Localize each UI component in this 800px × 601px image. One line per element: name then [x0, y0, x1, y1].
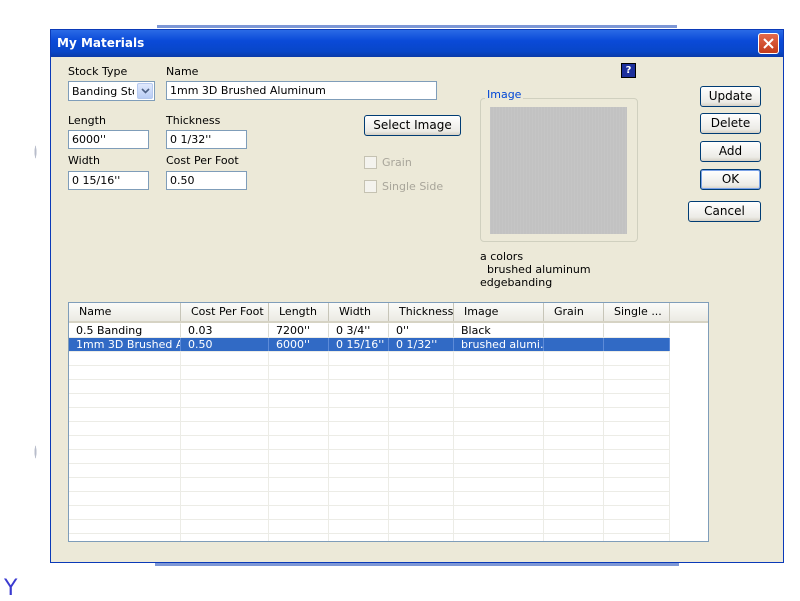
- cell-grain: [544, 338, 604, 351]
- column-header-single-side[interactable]: Single ...: [604, 303, 670, 321]
- width-input[interactable]: 0 15/16'': [68, 171, 149, 190]
- materials-table[interactable]: Name Cost Per Foot Length Width Thicknes…: [68, 302, 709, 542]
- stock-type-value: Banding Stoc: [72, 85, 134, 98]
- row-divider: [69, 393, 670, 394]
- row-divider: [69, 407, 670, 408]
- thickness-input[interactable]: 0 1/32'': [166, 130, 247, 149]
- table-row-selected[interactable]: 1mm 3D Brushed Al... 0.50 6000'' 0 15/16…: [69, 338, 670, 351]
- cell-width: 0 3/4'': [329, 324, 389, 337]
- width-label: Width: [68, 154, 100, 167]
- column-divider: [603, 323, 604, 541]
- image-preview: [490, 107, 627, 234]
- column-header-name[interactable]: Name: [69, 303, 181, 321]
- column-header-cost-per-foot[interactable]: Cost Per Foot: [181, 303, 269, 321]
- row-divider: [69, 435, 670, 436]
- cost-per-foot-label: Cost Per Foot: [166, 154, 239, 167]
- single-side-checkbox-label: Single Side: [382, 179, 444, 193]
- cell-length: 6000'': [269, 338, 329, 351]
- column-header-thickness[interactable]: Thickness: [389, 303, 454, 321]
- dialog-title: My Materials: [57, 36, 145, 50]
- cell-width: 0 15/16'': [329, 338, 389, 351]
- cell-image: Black: [454, 324, 544, 337]
- grain-checkbox[interactable]: Grain: [364, 155, 412, 169]
- chevron-down-icon: [140, 88, 150, 94]
- y-axis-label: Y: [4, 576, 18, 601]
- delete-button[interactable]: Delete: [700, 113, 761, 134]
- column-header-length[interactable]: Length: [269, 303, 329, 321]
- checkbox-box: [364, 179, 377, 193]
- row-divider: [69, 505, 670, 506]
- cell-length: 7200'': [269, 324, 329, 337]
- cell-thickness: 0'': [389, 324, 454, 337]
- column-divider: [669, 323, 670, 541]
- column-divider: [543, 323, 544, 541]
- cell-cost-per-foot: 0.03: [181, 324, 269, 337]
- cell-cost-per-foot: 0.50: [181, 338, 269, 351]
- background-window-edge-bottom: [155, 563, 679, 566]
- row-divider: [69, 491, 670, 492]
- single-side-checkbox[interactable]: Single Side: [364, 179, 443, 193]
- length-label: Length: [68, 114, 106, 127]
- cell-single-side: [604, 324, 670, 337]
- cell-image: brushed alumi...: [454, 338, 544, 351]
- cost-per-foot-input[interactable]: 0.50: [166, 171, 247, 190]
- table-row[interactable]: 0.5 Banding 0.03 7200'' 0 3/4'' 0'' Blac…: [69, 324, 670, 337]
- thickness-label: Thickness: [166, 114, 221, 127]
- select-image-button[interactable]: Select Image: [364, 115, 461, 136]
- name-input[interactable]: 1mm 3D Brushed Aluminum: [166, 81, 437, 100]
- title-bar[interactable]: My Materials: [51, 30, 783, 57]
- column-divider: [388, 323, 389, 541]
- row-divider: [69, 477, 670, 478]
- row-divider: [69, 379, 670, 380]
- cell-name: 1mm 3D Brushed Al...: [69, 338, 181, 351]
- row-divider: [69, 421, 670, 422]
- cell-thickness: 0 1/32'': [389, 338, 454, 351]
- grain-checkbox-label: Grain: [382, 155, 412, 169]
- stock-type-label: Stock Type: [68, 65, 128, 78]
- close-button[interactable]: [758, 33, 779, 54]
- row-divider: [69, 463, 670, 464]
- image-description: a colors brushed aluminum edgebanding: [480, 250, 591, 289]
- image-group-title: Image: [485, 88, 524, 101]
- column-divider: [180, 323, 181, 541]
- description-line: brushed aluminum: [480, 263, 591, 276]
- column-header-image[interactable]: Image: [454, 303, 544, 321]
- description-line: edgebanding: [480, 276, 553, 289]
- row-divider: [69, 365, 670, 366]
- row-divider: [69, 449, 670, 450]
- ok-button[interactable]: OK: [700, 169, 761, 190]
- update-button[interactable]: Update: [700, 86, 761, 107]
- checkbox-box: [364, 155, 377, 169]
- cell-name: 0.5 Banding: [69, 324, 181, 337]
- column-divider: [268, 323, 269, 541]
- column-header-grain[interactable]: Grain: [544, 303, 604, 321]
- description-line: a colors: [480, 250, 524, 263]
- background-window-edge-top: [157, 25, 677, 28]
- row-divider: [69, 533, 670, 534]
- cancel-button[interactable]: Cancel: [688, 201, 761, 222]
- table-header: Name Cost Per Foot Length Width Thicknes…: [69, 303, 708, 323]
- cell-grain: [544, 324, 604, 337]
- cell-single-side: [604, 338, 670, 351]
- row-divider: [69, 519, 670, 520]
- column-divider: [453, 323, 454, 541]
- column-divider: [328, 323, 329, 541]
- my-materials-dialog: My Materials Stock Type Banding Stoc Nam…: [50, 29, 784, 563]
- dropdown-arrow[interactable]: [137, 83, 153, 99]
- stock-type-select[interactable]: Banding Stoc: [68, 81, 155, 101]
- column-header-width[interactable]: Width: [329, 303, 389, 321]
- close-icon: [763, 38, 774, 49]
- row-divider: [69, 351, 670, 352]
- help-icon[interactable]: ?: [621, 63, 636, 78]
- length-input[interactable]: 6000'': [68, 130, 149, 149]
- add-button[interactable]: Add: [700, 141, 761, 162]
- name-label: Name: [166, 65, 199, 78]
